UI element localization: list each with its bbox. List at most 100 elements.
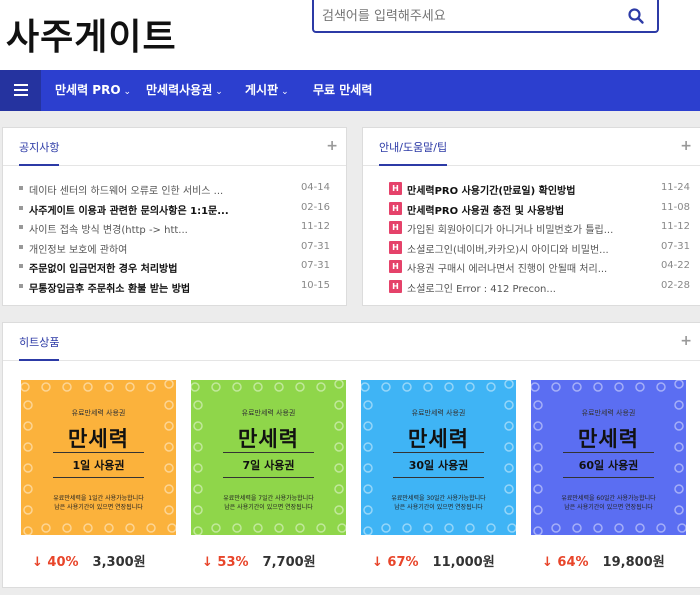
product-title: 만세력 — [408, 427, 469, 451]
product-card[interactable]: 유료만세력 사용권 만세력 30일 사용권 유료만세력을 30일간 사용가능합니다 남은… — [361, 380, 516, 535]
product-top-label: 유료만세력 사용권 — [241, 409, 296, 417]
list-item-title[interactable]: 만세력PRO 사용권 충전 및 사용방법 — [407, 202, 564, 217]
discount-rate: ↓ 64% — [542, 555, 589, 570]
product-days: 30일 사용권 — [408, 459, 469, 472]
hot-badge: H — [389, 260, 402, 274]
price-row: ↓ 67% 11,000원 — [372, 551, 495, 571]
product-card[interactable]: 유료만세력 사용권 만세력 1일 사용권 유료만세력을 1일간 사용가능합니다 남은 사… — [21, 380, 176, 535]
product-card[interactable]: 유료만세력 사용권 만세력 60일 사용권 유료만세력을 60일간 사용가능합니다 남은… — [531, 380, 686, 535]
list-item-title[interactable]: 사용권 구매시 에러나면서 진행이 안될때 처리... — [407, 260, 607, 275]
list-item[interactable]: H 소셜로그인(네이버,카카오)시 아이디와 비밀번... 07-31 — [389, 239, 690, 259]
search-icon[interactable] — [627, 7, 645, 25]
list-item[interactable]: 무통장입금후 주문취소 환불 받는 방법 10-15 — [19, 278, 330, 298]
product-title: 만세력 — [68, 427, 129, 451]
guide-panel: 안내/도움말/팁 + H 만세력PRO 사용기간(만료일) 확인방법 11-24 H… — [362, 127, 700, 306]
discount-rate: ↓ 40% — [32, 555, 79, 570]
hot-badge: H — [389, 221, 402, 235]
list-item-title[interactable]: 무통장입금후 주문취소 환불 받는 방법 — [29, 280, 190, 295]
panel-header: 공지사항 + — [3, 128, 346, 166]
list-item-date: 02-16 — [300, 201, 330, 213]
list-item[interactable]: 사주게이트 이용과 관련한 문의사항은 1:1문... 02-16 — [19, 200, 330, 220]
list-item-title[interactable]: 사주게이트 이용과 관련한 문의사항은 1:1문... — [29, 202, 229, 217]
nav-item-label: 무료 만세력 — [313, 83, 373, 97]
panel-title[interactable]: 히트상품 — [19, 334, 60, 361]
chevron-down-icon: ⌄ — [215, 87, 223, 97]
panel-title[interactable]: 안내/도움말/팁 — [379, 139, 448, 166]
product-desc: 유료만세력을 1일간 사용가능합니다 — [53, 495, 144, 502]
list-item-title[interactable]: 소셜로그인(네이버,카카오)시 아이디와 비밀번... — [407, 241, 609, 256]
chevron-down-icon: ⌄ — [281, 87, 289, 97]
nav-item-label: 만세력 PRO — [55, 83, 121, 97]
panel-header: 히트상품 + — [3, 323, 700, 361]
nav-item-free-manseryeok[interactable]: 무료 만세력 — [313, 70, 372, 111]
product-title: 만세력 — [578, 427, 639, 451]
list-item-date: 07-31 — [660, 240, 690, 252]
divider — [563, 452, 654, 453]
product-price: 11,000원 — [432, 555, 495, 570]
product-days: 1일 사용권 — [72, 459, 125, 472]
chevron-down-icon: ⌄ — [123, 87, 132, 97]
list-item-title[interactable]: 사이트 접속 방식 변경(http -> htt... — [29, 221, 188, 236]
list-item-date: 04-14 — [300, 182, 330, 193]
product-days: 7일 사용권 — [242, 459, 295, 472]
list-item[interactable]: H 사용권 구매시 에러나면서 진행이 안될때 처리... 04-22 — [389, 258, 690, 278]
product-days: 60일 사용권 — [578, 459, 639, 472]
list-item[interactable]: 개인정보 보호에 관하여 07-31 — [19, 239, 330, 259]
more-plus-icon[interactable]: + — [680, 138, 692, 154]
list-item[interactable]: H 가입된 회원아이디가 아니거나 비밀번호가 틀립... 11-12 — [389, 219, 690, 239]
list-item[interactable]: H 만세력PRO 사용기간(만료일) 확인방법 11-24 — [389, 180, 690, 200]
bullet-icon — [19, 264, 23, 269]
list-item[interactable]: 사이트 접속 방식 변경(http -> htt... 11-12 — [19, 219, 330, 239]
list-item-title[interactable]: 만세력PRO 사용기간(만료일) 확인방법 — [407, 182, 575, 197]
bullet-icon — [19, 225, 23, 230]
list-item[interactable]: 데이타 센터의 하드웨어 오류로 인한 서비스 ... 04-14 — [19, 180, 330, 200]
list-item[interactable]: H 만세력PRO 사용권 충전 및 사용방법 11-08 — [389, 200, 690, 220]
search-input[interactable] — [322, 4, 622, 28]
guide-list: H 만세력PRO 사용기간(만료일) 확인방법 11-24 H 만세력PRO 사용권 … — [389, 180, 690, 298]
product-desc: 남은 사용기간이 있으면 연장됩니다 — [224, 504, 313, 511]
list-item-title[interactable]: 주문없이 입금먼저한 경우 처리방법 — [29, 260, 177, 275]
list-item-title[interactable]: 소셜로그인 Error : 412 Precon... — [407, 280, 556, 295]
site-logo[interactable]: 사주게이트 — [6, 8, 177, 60]
hot-badge: H — [389, 201, 402, 215]
list-item-title[interactable]: 개인정보 보호에 관하여 — [29, 241, 127, 256]
notice-list: 데이타 센터의 하드웨어 오류로 인한 서비스 ... 04-14 사주게이트 이… — [19, 180, 330, 298]
nav-item-board[interactable]: 게시판 ⌄ — [245, 70, 289, 111]
product-title: 만세력 — [238, 427, 299, 451]
nav-item-manseryeok-pro[interactable]: 만세력 PRO ⌄ — [55, 70, 131, 111]
list-item-title[interactable]: 가입된 회원아이디가 아니거나 비밀번호가 틀립... — [407, 221, 613, 236]
menu-icon[interactable] — [0, 70, 41, 111]
more-plus-icon[interactable]: + — [680, 333, 692, 349]
list-item-date: 07-31 — [300, 260, 330, 272]
nav-item-label: 게시판 — [245, 83, 279, 97]
list-item[interactable]: H 소셜로그인 Error : 412 Precon... 02-28 — [389, 278, 690, 298]
list-item[interactable]: 주문없이 입금먼저한 경우 처리방법 07-31 — [19, 258, 330, 278]
product-desc: 남은 사용기간이 있으면 연장됩니다 — [564, 504, 653, 511]
panel-header: 안내/도움말/팁 + — [363, 128, 700, 166]
product-desc: 남은 사용기간이 있으면 연장됩니다 — [394, 504, 483, 511]
price-row: ↓ 64% 19,800원 — [542, 551, 665, 571]
search-box[interactable] — [312, 0, 659, 33]
divider — [393, 477, 484, 478]
hot-badge: H — [389, 240, 402, 254]
bullet-icon — [19, 205, 23, 210]
discount-rate: ↓ 53% — [202, 555, 249, 570]
product-top-label: 유료만세력 사용권 — [411, 409, 466, 417]
nav-item-manseryeok-ticket[interactable]: 만세력사용권 ⌄ — [146, 70, 223, 111]
divider — [53, 477, 144, 478]
bullet-icon — [19, 186, 23, 190]
product-card[interactable]: 유료만세력 사용권 만세력 7일 사용권 유료만세력을 7일간 사용가능합니다 남은 사… — [191, 380, 346, 535]
panel-title[interactable]: 공지사항 — [19, 139, 60, 166]
divider — [393, 452, 484, 453]
list-item-date: 11-08 — [660, 201, 690, 213]
price-row: ↓ 40% 3,300원 — [32, 551, 146, 571]
more-plus-icon[interactable]: + — [326, 138, 338, 154]
list-item-date: 11-12 — [300, 221, 330, 233]
notice-panel: 공지사항 + 데이타 센터의 하드웨어 오류로 인한 서비스 ... 04-14 … — [2, 127, 347, 306]
list-item-title[interactable]: 데이타 센터의 하드웨어 오류로 인한 서비스 ... — [29, 182, 223, 197]
product-price: 7,700원 — [262, 555, 316, 570]
hot-badge: H — [389, 182, 402, 195]
site-header: 사주게이트 — [0, 0, 700, 70]
nav-item-label: 만세력사용권 — [146, 83, 213, 97]
divider — [223, 452, 314, 453]
